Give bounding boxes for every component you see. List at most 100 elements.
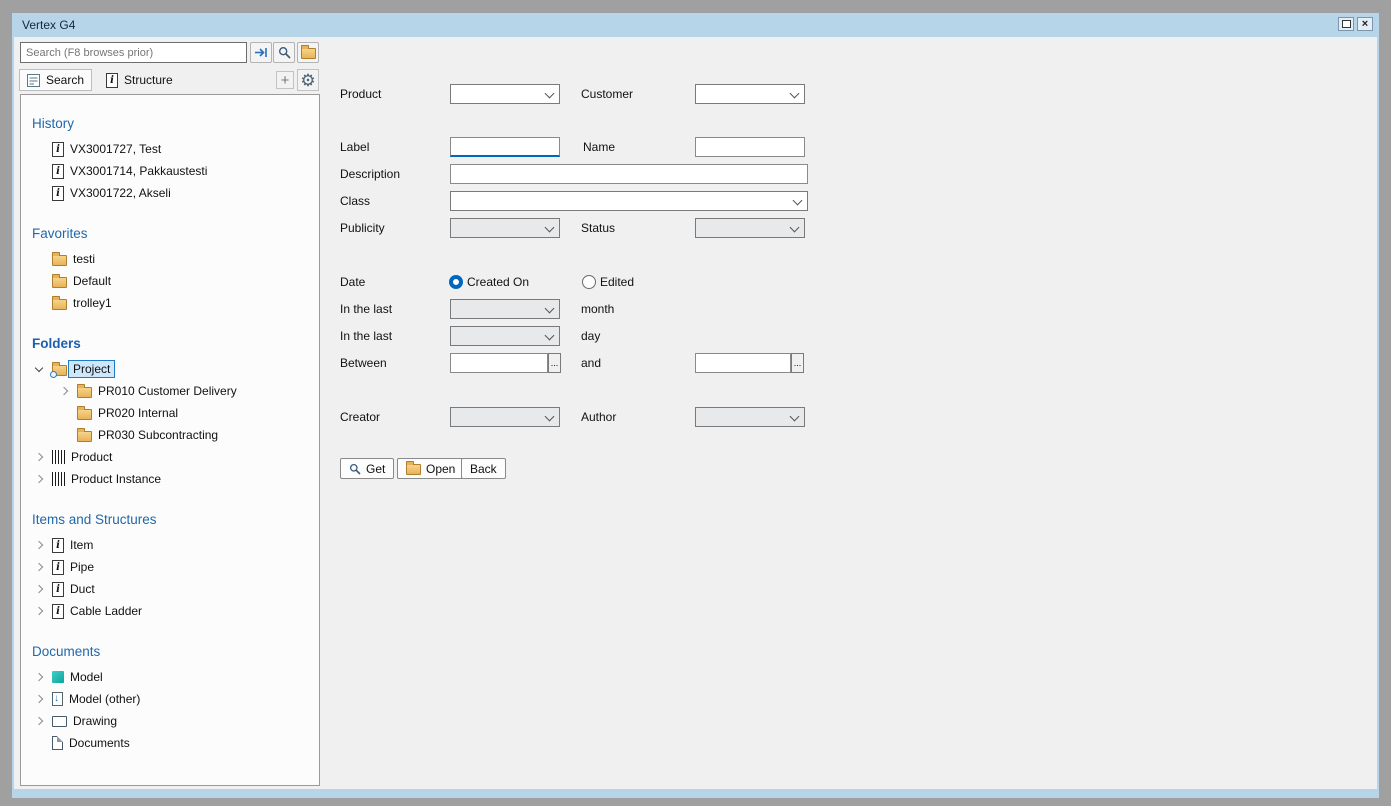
tree-item-product-instance[interactable]: Product Instance <box>21 468 319 490</box>
history-item-label: VX3001727, Test <box>70 142 161 156</box>
titlebar: Vertex G4 × <box>12 13 1379 37</box>
chevron-right-icon[interactable] <box>32 582 46 596</box>
tree-item-model[interactable]: Model <box>21 666 319 688</box>
chevron-down-icon <box>545 223 555 233</box>
between-to-input[interactable] <box>695 353 791 373</box>
chevron-right-icon[interactable] <box>32 692 46 706</box>
chevron-right-icon[interactable] <box>32 538 46 552</box>
tree-item-label: PR020 Internal <box>98 406 178 420</box>
favorite-item[interactable]: testi <box>21 248 319 270</box>
name-input[interactable] <box>695 137 805 157</box>
info-icon <box>52 538 64 553</box>
settings-button[interactable]: ⚙ <box>297 69 319 91</box>
tree-item-model-other[interactable]: Model (other) <box>21 688 319 710</box>
chevron-down-icon <box>790 89 800 99</box>
between-to-browse-button[interactable]: ... <box>791 353 804 373</box>
chevron-down-icon <box>790 223 800 233</box>
open-button-label: Open <box>426 462 455 476</box>
status-combobox[interactable] <box>695 218 805 238</box>
folder-icon <box>77 387 92 398</box>
tree-item-documents[interactable]: Documents <box>21 732 319 754</box>
tree-item-duct[interactable]: Duct <box>21 578 319 600</box>
tree-item-pr010[interactable]: PR010 Customer Delivery <box>21 380 319 402</box>
folder-icon <box>52 299 67 310</box>
open-folder-button[interactable] <box>297 42 319 63</box>
tab-search[interactable]: Search <box>19 69 92 91</box>
between-from-input[interactable] <box>450 353 548 373</box>
chevron-right-icon[interactable] <box>57 384 71 398</box>
get-button[interactable]: Get <box>340 458 394 479</box>
model-icon <box>52 671 64 683</box>
tree-item-label: Product <box>71 450 112 464</box>
tab-structure[interactable]: Structure <box>99 69 180 91</box>
section-title-favorites: Favorites <box>32 225 319 242</box>
section-title-items-structures: Items and Structures <box>32 511 319 528</box>
product-combobox[interactable] <box>450 84 560 104</box>
description-input[interactable] <box>450 164 808 184</box>
add-tab-button[interactable]: + <box>276 71 294 89</box>
tree-item-project[interactable]: Project <box>21 358 319 380</box>
tree-item-item[interactable]: Item <box>21 534 319 556</box>
history-item[interactable]: VX3001722, Akseli <box>21 182 319 204</box>
created-on-radio[interactable] <box>449 275 463 289</box>
tree-item-label: Cable Ladder <box>70 604 142 618</box>
folder-icon <box>77 409 92 420</box>
restore-button[interactable] <box>1338 17 1354 31</box>
history-item[interactable]: VX3001714, Pakkaustesti <box>21 160 319 182</box>
search-button[interactable] <box>273 42 295 63</box>
project-folder-icon <box>52 365 67 376</box>
chevron-right-icon[interactable] <box>32 670 46 684</box>
tree-item-cable-ladder[interactable]: Cable Ladder <box>21 600 319 622</box>
open-button[interactable]: Open <box>397 458 464 479</box>
label-input[interactable] <box>450 137 560 157</box>
info-icon <box>52 582 64 597</box>
search-input[interactable] <box>20 42 247 63</box>
chevron-down-icon[interactable] <box>32 362 46 376</box>
history-item[interactable]: VX3001727, Test <box>21 138 319 160</box>
last-months-combobox[interactable] <box>450 299 560 319</box>
tree-item-product[interactable]: Product <box>21 446 319 468</box>
customer-combobox[interactable] <box>695 84 805 104</box>
edited-radio[interactable] <box>582 275 596 289</box>
folder-icon <box>77 431 92 442</box>
favorite-item-label: trolley1 <box>73 296 112 310</box>
chevron-right-icon[interactable] <box>32 472 46 486</box>
folder-icon <box>406 464 421 475</box>
chevron-right-icon[interactable] <box>32 560 46 574</box>
between-label: Between <box>340 355 387 371</box>
section-title-folders: Folders <box>32 335 319 352</box>
last-days-combobox[interactable] <box>450 326 560 346</box>
between-from-browse-button[interactable]: ... <box>548 353 561 373</box>
chevron-right-icon[interactable] <box>32 604 46 618</box>
chevron-down-icon <box>790 412 800 422</box>
tree-item-pipe[interactable]: Pipe <box>21 556 319 578</box>
chevron-right-icon[interactable] <box>32 450 46 464</box>
chevron-right-icon[interactable] <box>32 714 46 728</box>
tree-item-pr020[interactable]: PR020 Internal <box>21 402 319 424</box>
favorite-item[interactable]: Default <box>21 270 319 292</box>
go-button[interactable] <box>250 42 272 63</box>
description-label: Description <box>340 166 400 182</box>
history-item-label: VX3001722, Akseli <box>70 186 171 200</box>
tree-item-drawing[interactable]: Drawing <box>21 710 319 732</box>
author-combobox[interactable] <box>695 407 805 427</box>
plus-icon: + <box>281 73 290 88</box>
and-label: and <box>581 355 601 371</box>
info-icon <box>52 164 64 179</box>
get-button-label: Get <box>366 462 385 476</box>
favorite-item[interactable]: trolley1 <box>21 292 319 314</box>
tree-item-label: Product Instance <box>71 472 161 486</box>
publicity-combobox[interactable] <box>450 218 560 238</box>
barcode-icon <box>52 450 65 464</box>
section-title-documents: Documents <box>32 643 319 660</box>
tree-item-label-selected: Project <box>68 360 115 378</box>
tree-item-label: Item <box>70 538 93 552</box>
tree-item-label: Model <box>70 670 103 684</box>
class-combobox[interactable] <box>450 191 808 211</box>
tree-item-pr030[interactable]: PR030 Subcontracting <box>21 424 319 446</box>
favorite-item-label: testi <box>73 252 95 266</box>
back-button[interactable]: Back <box>461 458 506 479</box>
creator-combobox[interactable] <box>450 407 560 427</box>
barcode-icon <box>52 472 65 486</box>
close-button[interactable]: × <box>1357 17 1373 31</box>
